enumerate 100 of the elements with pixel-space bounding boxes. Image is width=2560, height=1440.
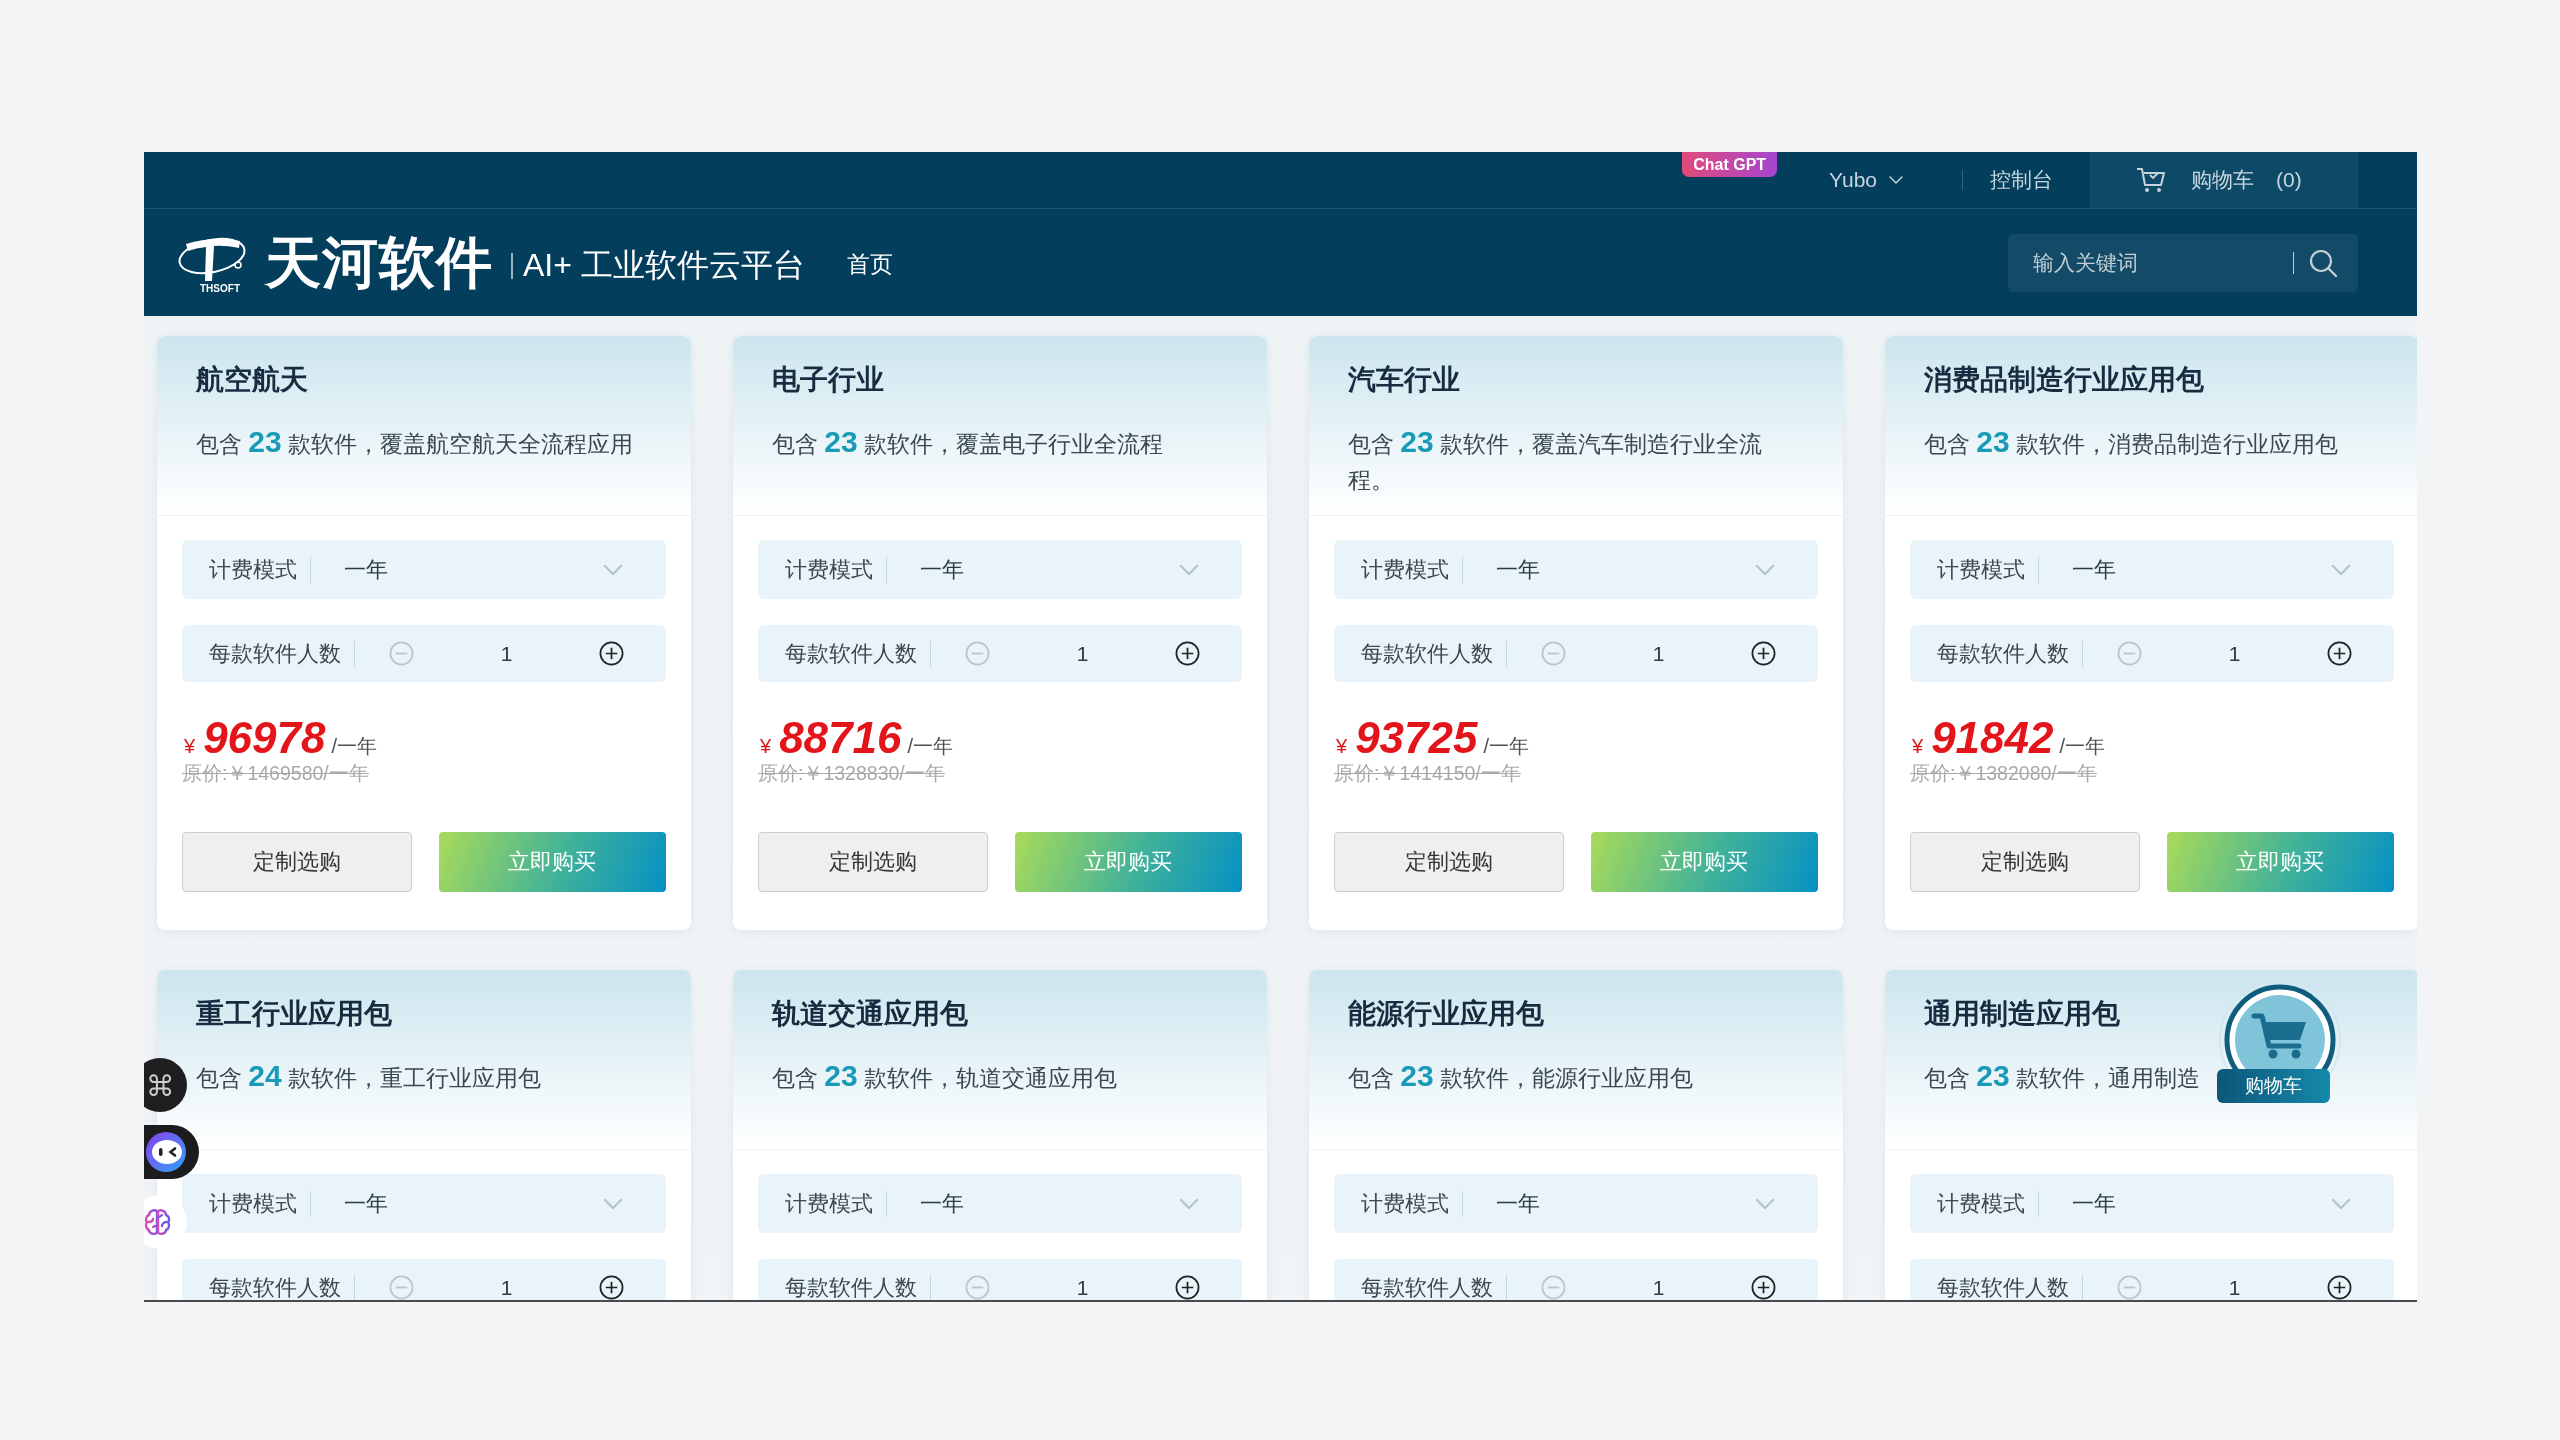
search-field[interactable]: 输入关键词 bbox=[2008, 233, 2358, 292]
seat-count: 1 bbox=[499, 641, 514, 666]
customize-button[interactable]: 定制选购 bbox=[182, 832, 412, 892]
seat-label: 每款软件人数 bbox=[1361, 639, 1493, 668]
card-description: 包含 23 款软件，通用制造 bbox=[1924, 1058, 2200, 1094]
plus-circle-icon[interactable] bbox=[1175, 1275, 1200, 1300]
original-price: 原价:￥1414150/一年 bbox=[1334, 762, 1521, 785]
chevron-down-icon bbox=[2330, 562, 2352, 577]
card-description: 包含 23 款软件，消费品制造行业应用包 bbox=[1924, 424, 2338, 460]
billing-select[interactable]: 一年 bbox=[2072, 1188, 2352, 1219]
card-title: 航空航天 bbox=[196, 363, 308, 397]
billing-select[interactable]: 一年 bbox=[920, 1188, 1200, 1219]
billing-label: 计费模式 bbox=[785, 555, 873, 584]
plus-circle-icon[interactable] bbox=[1175, 641, 1200, 666]
seat-label: 每款软件人数 bbox=[785, 639, 917, 668]
seat-count: 1 bbox=[2227, 1275, 2242, 1300]
plus-circle-icon[interactable] bbox=[2327, 641, 2352, 666]
original-price: 原价:￥1469580/一年 bbox=[182, 762, 369, 785]
chevron-down-icon bbox=[602, 1196, 624, 1211]
card-description: 包含 23 款软件，能源行业应用包 bbox=[1348, 1058, 1693, 1094]
price-amount: 93725 bbox=[1355, 715, 1478, 761]
billing-select[interactable]: 一年 bbox=[344, 554, 624, 585]
seat-count: 1 bbox=[1651, 641, 1666, 666]
cart-icon bbox=[2136, 166, 2166, 194]
cart-count: (0) bbox=[2276, 168, 2302, 192]
chevron-down-icon bbox=[1754, 562, 1776, 577]
brain-icon[interactable] bbox=[144, 1195, 188, 1249]
plus-circle-icon[interactable] bbox=[599, 1275, 624, 1300]
billing-select[interactable]: 一年 bbox=[2072, 554, 2352, 585]
billing-label: 计费模式 bbox=[209, 1189, 297, 1218]
card-title: 消费品制造行业应用包 bbox=[1924, 363, 2204, 397]
search-input[interactable]: 输入关键词 bbox=[2033, 245, 2293, 280]
logo-text: THSOFT bbox=[200, 282, 240, 294]
plus-circle-icon[interactable] bbox=[1751, 1275, 1776, 1300]
chevron-down-icon bbox=[1754, 1196, 1776, 1211]
card-description: 包含 24 款软件，重工行业应用包 bbox=[196, 1058, 541, 1094]
seat-label: 每款软件人数 bbox=[209, 1273, 341, 1300]
seat-label: 每款软件人数 bbox=[1937, 1273, 2069, 1300]
seat-count: 1 bbox=[2227, 641, 2242, 666]
user-menu[interactable]: Yubo bbox=[1829, 152, 1904, 208]
seat-count: 1 bbox=[1651, 1275, 1666, 1300]
brand-name: 天河软件 bbox=[265, 234, 493, 291]
price-unit: /一年 bbox=[2059, 734, 2106, 759]
seat-count: 1 bbox=[1075, 1275, 1090, 1300]
price-unit: /一年 bbox=[1483, 734, 1530, 759]
customize-button[interactable]: 定制选购 bbox=[758, 832, 988, 892]
card-description: 包含 23 款软件，覆盖汽车制造行业全流程。 bbox=[1348, 424, 1763, 495]
console-link[interactable]: 控制台 bbox=[1990, 166, 2053, 194]
card-title: 汽车行业 bbox=[1348, 363, 1460, 397]
billing-select[interactable]: 一年 bbox=[1496, 1188, 1776, 1219]
plus-circle-icon[interactable] bbox=[1751, 641, 1776, 666]
currency-symbol: ¥ bbox=[1912, 735, 1924, 758]
billing-select[interactable]: 一年 bbox=[920, 554, 1200, 585]
command-icon[interactable] bbox=[144, 1058, 188, 1112]
card-title: 能源行业应用包 bbox=[1348, 997, 1544, 1031]
chevron-down-icon bbox=[602, 562, 624, 577]
price-amount: 91842 bbox=[1931, 715, 2054, 761]
billing-label: 计费模式 bbox=[209, 555, 297, 584]
original-price: 原价:￥1382080/一年 bbox=[1910, 762, 2097, 785]
seat-count: 1 bbox=[499, 1275, 514, 1300]
card-title: 通用制造应用包 bbox=[1924, 997, 2120, 1031]
billing-label: 计费模式 bbox=[1937, 555, 2025, 584]
card-description: 包含 23 款软件，轨道交通应用包 bbox=[772, 1058, 1117, 1094]
cart-button[interactable]: 购物车 (0) bbox=[2090, 152, 2358, 208]
card-description: 包含 23 款软件，覆盖电子行业全流程 bbox=[772, 424, 1163, 460]
original-price: 原价:￥1328830/一年 bbox=[758, 762, 945, 785]
seat-label: 每款软件人数 bbox=[785, 1273, 917, 1300]
card-description: 包含 23 款软件，覆盖航空航天全流程应用 bbox=[196, 424, 633, 460]
billing-label: 计费模式 bbox=[1361, 1189, 1449, 1218]
chevron-down-icon bbox=[2330, 1196, 2352, 1211]
currency-symbol: ¥ bbox=[184, 735, 196, 758]
currency-symbol: ¥ bbox=[760, 735, 772, 758]
search-icon[interactable] bbox=[2308, 247, 2338, 278]
price-unit: /一年 bbox=[907, 734, 954, 759]
billing-select[interactable]: 一年 bbox=[1496, 554, 1776, 585]
billing-select[interactable]: 一年 bbox=[344, 1188, 624, 1219]
price-amount: 88716 bbox=[779, 715, 902, 761]
card-title: 电子行业 bbox=[772, 363, 884, 397]
seat-count: 1 bbox=[1075, 641, 1090, 666]
plus-circle-icon[interactable] bbox=[599, 641, 624, 666]
chevron-down-icon bbox=[1178, 562, 1200, 577]
platform-tagline: AI+ 工业软件云平台 bbox=[523, 245, 805, 285]
plus-circle-icon[interactable] bbox=[2327, 1275, 2352, 1300]
card-title: 轨道交通应用包 bbox=[772, 997, 968, 1031]
customize-button[interactable]: 定制选购 bbox=[1334, 832, 1564, 892]
nav-link[interactable]: 首页 bbox=[846, 249, 893, 280]
price-amount: 96978 bbox=[203, 715, 326, 761]
chevron-down-icon bbox=[1178, 1196, 1200, 1211]
floating-cart-button[interactable]: 购物车 bbox=[2216, 980, 2344, 1108]
seat-label: 每款软件人数 bbox=[1361, 1273, 1493, 1300]
customize-button[interactable]: 定制选购 bbox=[1910, 832, 2140, 892]
price-unit: /一年 bbox=[331, 734, 378, 759]
chat-gpt-badge[interactable]: Chat GPT bbox=[1682, 152, 1778, 177]
billing-label: 计费模式 bbox=[785, 1189, 873, 1218]
seat-label: 每款软件人数 bbox=[1937, 639, 2069, 668]
currency-symbol: ¥ bbox=[1336, 735, 1348, 758]
chevron-down-icon bbox=[1888, 175, 1904, 185]
billing-label: 计费模式 bbox=[1361, 555, 1449, 584]
billing-label: 计费模式 bbox=[1937, 1189, 2025, 1218]
card-title: 重工行业应用包 bbox=[196, 997, 392, 1031]
